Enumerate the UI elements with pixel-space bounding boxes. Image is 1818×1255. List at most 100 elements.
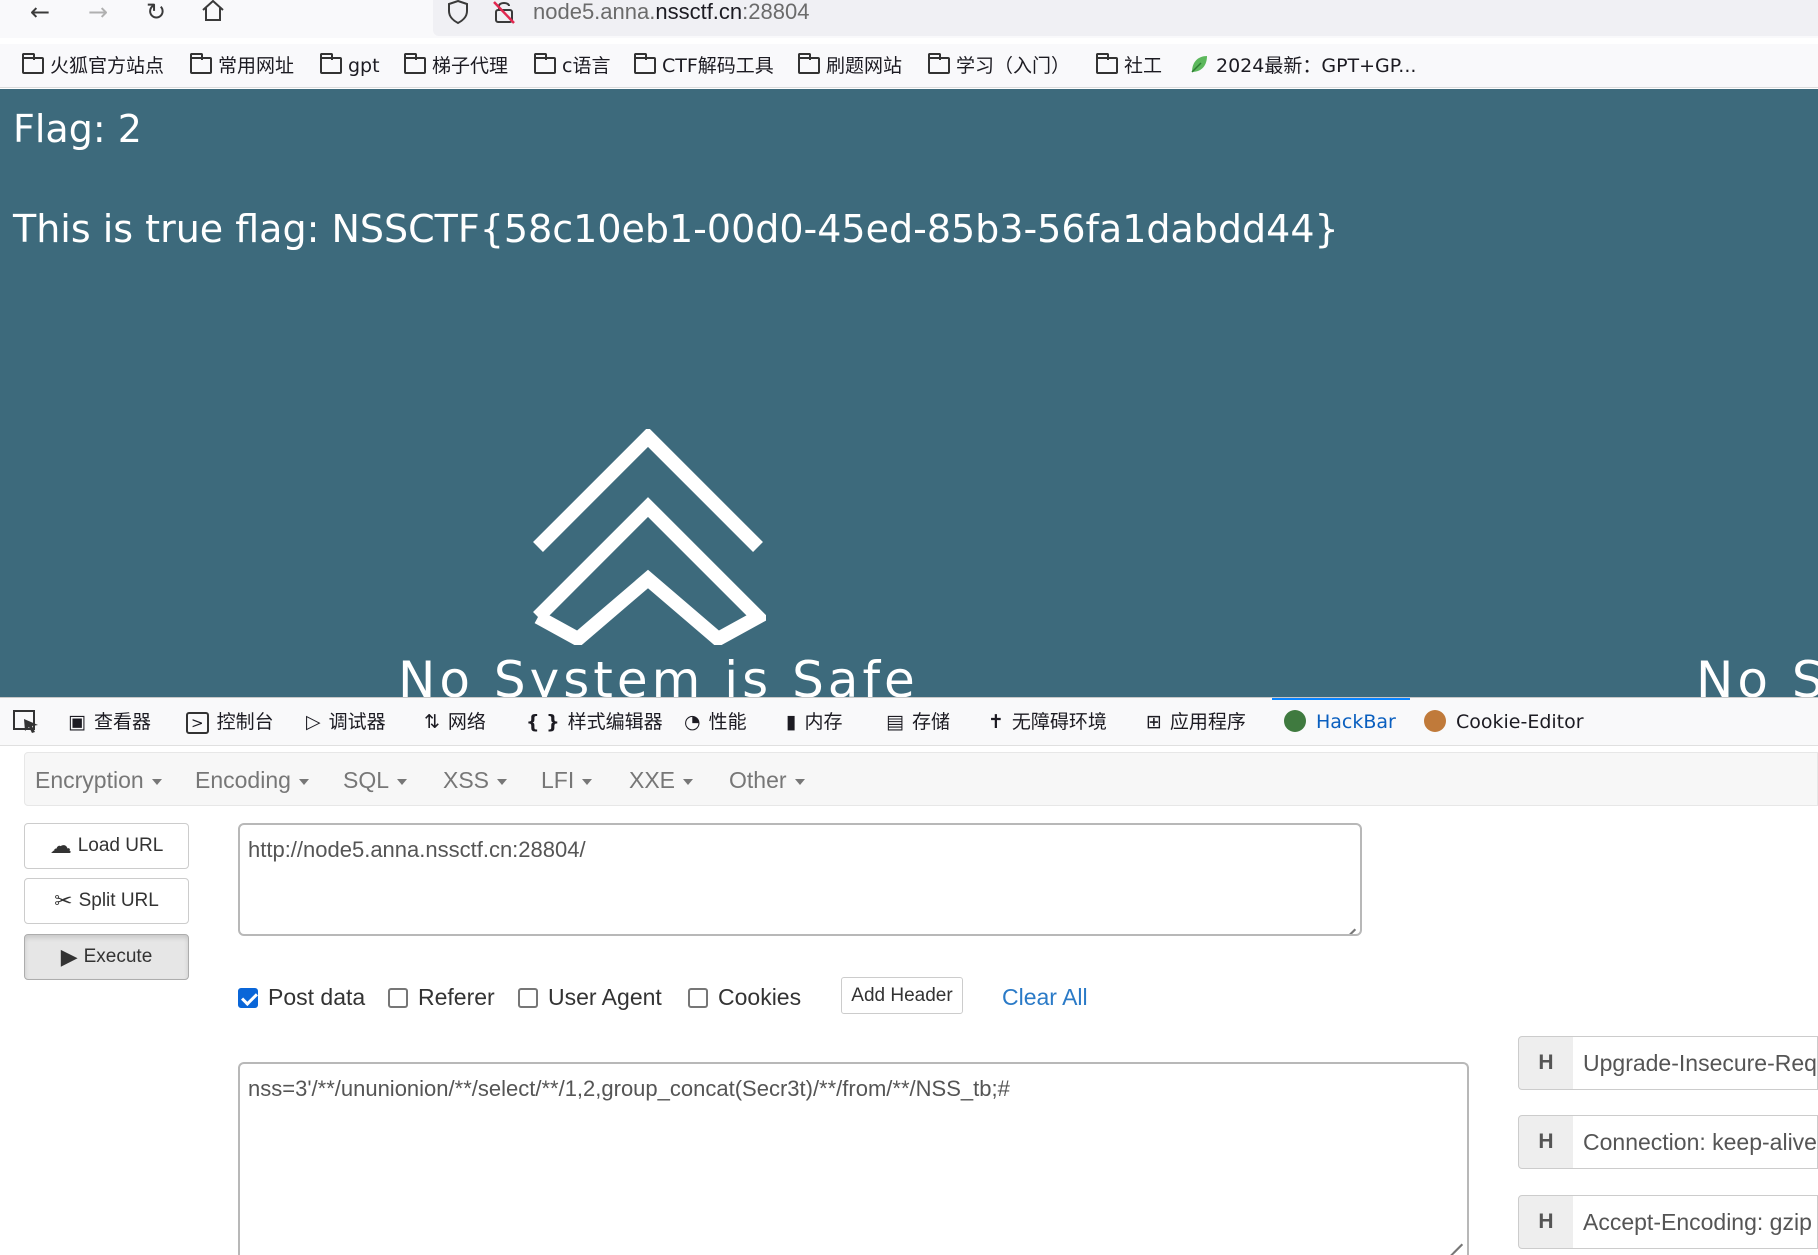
shield-icon[interactable]	[445, 0, 471, 29]
page-content: Flag: 2 This is true flag: NSSCTF{58c10e…	[0, 89, 1818, 697]
tab-label: 无障碍环境	[1011, 711, 1107, 733]
add-header-button[interactable]: Add Header	[841, 977, 963, 1014]
true-flag-heading: This is true flag: NSSCTF{58c10eb1-00d0-…	[13, 207, 1339, 251]
bookmark-folder-c[interactable]: c语言	[534, 52, 610, 80]
header-toggle-button[interactable]: H	[1518, 1115, 1574, 1169]
menu-label: LFI	[541, 767, 575, 793]
tab-application[interactable]: ⊞ 应用程序	[1146, 708, 1246, 736]
cookie-icon	[1424, 710, 1446, 732]
tab-hackbar[interactable]: HackBar	[1284, 708, 1396, 736]
menu-sql[interactable]: SQL	[343, 767, 408, 794]
reload-icon[interactable]: ↻	[138, 0, 174, 28]
option-label: User Agent	[548, 984, 662, 1010]
load-url-button[interactable]: ☁ Load URL	[24, 823, 189, 869]
tab-console[interactable]: > 控制台	[186, 708, 274, 736]
menu-label: XXE	[629, 767, 676, 793]
checkbox-icon	[688, 988, 708, 1008]
bookmark-folder-practice[interactable]: 刷题网站	[798, 52, 902, 80]
caret-down-icon	[683, 778, 694, 785]
console-icon: >	[186, 712, 209, 734]
tab-debugger[interactable]: ▷ 调试器	[306, 708, 386, 736]
split-url-button[interactable]: ✂ Split URL	[24, 878, 189, 924]
caret-down-icon	[582, 778, 593, 785]
bookmark-folder-study[interactable]: 学习（入门）	[928, 52, 1070, 80]
bookmark-folder-ctf-tools[interactable]: CTF解码工具	[634, 52, 774, 80]
bookmark-folder-huohu[interactable]: 火狐官方站点	[22, 52, 164, 80]
caret-down-icon	[151, 778, 162, 785]
menu-encoding[interactable]: Encoding	[195, 767, 309, 794]
header-value-input[interactable]: Accept-Encoding: gzip	[1573, 1195, 1818, 1249]
caret-down-icon	[794, 778, 805, 785]
cookies-checkbox[interactable]: Cookies	[688, 982, 801, 1012]
bookmark-label: 2024最新：GPT+GP...	[1216, 55, 1417, 77]
memory-icon: ▮	[786, 711, 797, 733]
header-row: H Connection: keep-alive	[1518, 1115, 1818, 1169]
hackbar-icon	[1284, 710, 1306, 732]
back-arrow-icon[interactable]: ←	[22, 0, 58, 28]
inspector-icon: ▣	[68, 711, 86, 733]
tab-memory[interactable]: ▮ 内存	[786, 708, 842, 736]
menu-label: Encryption	[35, 767, 144, 793]
bookmark-gpt-2024[interactable]: 2024最新：GPT+GP...	[1188, 52, 1416, 80]
tab-label: 控制台	[216, 711, 274, 733]
header-toggle-button[interactable]: H	[1518, 1036, 1574, 1090]
tab-label: 性能	[708, 711, 747, 733]
address-bar[interactable]: node5.anna.nssctf.cn:28804	[433, 0, 1818, 36]
tab-accessibility[interactable]: ✝ 无障碍环境	[988, 708, 1107, 736]
home-icon[interactable]	[195, 0, 231, 26]
clear-all-link[interactable]: Clear All	[1002, 982, 1088, 1012]
storage-icon: ▤	[886, 711, 904, 733]
performance-icon: ◔	[684, 711, 701, 733]
menu-other[interactable]: Other	[729, 767, 805, 794]
bookmark-folder-social[interactable]: 社工	[1096, 52, 1162, 80]
menu-lfi[interactable]: LFI	[541, 767, 593, 794]
motto-text: No System is Safe	[398, 651, 919, 697]
chevron-logo-icon	[530, 427, 770, 649]
browser-nav-bar: ← → ↻ node5.anna.nssctf.cn:28804	[0, 0, 1818, 38]
option-label: Referer	[418, 984, 495, 1010]
style-editor-icon: { }	[526, 711, 560, 733]
execute-button[interactable]: ▶ Execute	[24, 934, 189, 980]
application-icon: ⊞	[1146, 711, 1162, 733]
header-toggle-button[interactable]: H	[1518, 1195, 1574, 1249]
post-data-checkbox[interactable]: Post data	[238, 982, 365, 1012]
header-value-input[interactable]: Upgrade-Insecure-Requ	[1573, 1036, 1818, 1090]
bookmark-folder-common[interactable]: 常用网址	[190, 52, 294, 80]
post-data-textarea[interactable]: nss=3'/**/ununionion/**/select/**/1,2,gr…	[238, 1062, 1469, 1255]
bookmark-folder-proxy[interactable]: 梯子代理	[404, 52, 508, 80]
menu-xss[interactable]: XSS	[443, 767, 508, 794]
header-row: H Accept-Encoding: gzip	[1518, 1195, 1818, 1249]
element-picker-icon[interactable]	[12, 708, 40, 736]
bookmark-label: 刷题网站	[826, 55, 903, 77]
user-agent-checkbox[interactable]: User Agent	[518, 982, 662, 1012]
tab-label: 内存	[804, 711, 843, 733]
folder-icon	[928, 53, 950, 74]
bookmark-folder-gpt[interactable]: gpt	[320, 52, 380, 80]
play-circle-icon: ▶	[60, 944, 78, 969]
menu-xxe[interactable]: XXE	[629, 767, 694, 794]
url-text[interactable]: node5.anna.nssctf.cn:28804	[533, 0, 809, 24]
bookmark-label: 梯子代理	[432, 55, 509, 77]
resize-handle-icon[interactable]	[1336, 910, 1358, 932]
hackbar-menu: Encryption Encoding SQL XSS LFI XXE Othe…	[24, 752, 1818, 806]
bookmark-label: 常用网址	[218, 55, 295, 77]
tab-network[interactable]: ⇅ 网络	[424, 708, 486, 736]
folder-icon	[404, 53, 426, 74]
menu-encryption[interactable]: Encryption	[35, 767, 162, 794]
header-value-input[interactable]: Connection: keep-alive	[1573, 1115, 1818, 1169]
forward-arrow-icon[interactable]: →	[80, 0, 116, 28]
accessibility-icon: ✝	[988, 711, 1004, 733]
folder-icon	[634, 53, 656, 74]
option-label: Cookies	[718, 984, 802, 1010]
url-textarea[interactable]: http://node5.anna.nssctf.cn:28804/	[238, 823, 1362, 936]
referer-checkbox[interactable]: Referer	[388, 982, 495, 1012]
leaf-icon	[1188, 53, 1210, 83]
tab-performance[interactable]: ◔ 性能	[684, 708, 747, 736]
cloud-download-icon: ☁	[49, 833, 72, 858]
insecure-lock-icon[interactable]	[491, 0, 517, 29]
tab-storage[interactable]: ▤ 存储	[886, 708, 950, 736]
tab-inspector[interactable]: ▣ 查看器	[68, 708, 151, 736]
tab-cookie-editor[interactable]: Cookie-Editor	[1424, 708, 1584, 736]
resize-handle-icon[interactable]	[1443, 1225, 1465, 1247]
tab-style-editor[interactable]: { } 样式编辑器	[526, 708, 663, 736]
